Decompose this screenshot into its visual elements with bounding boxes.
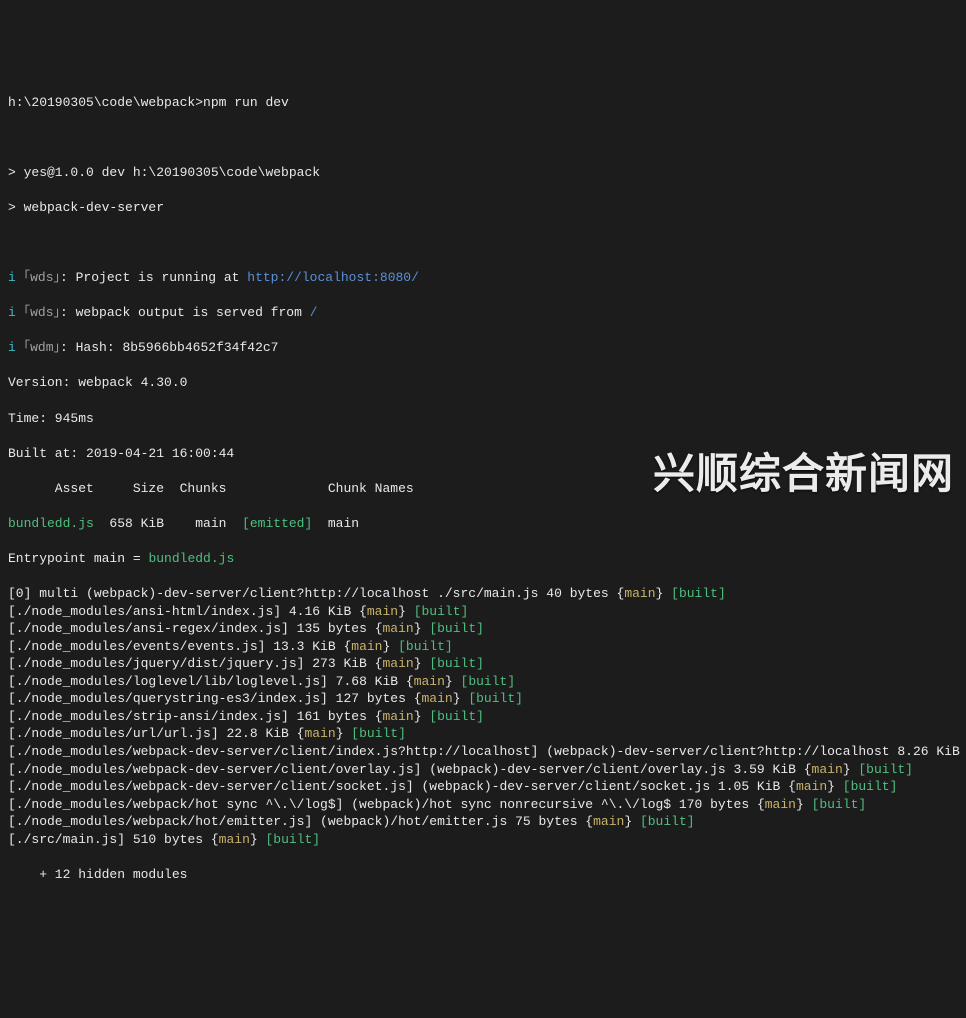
- module-path: [./node_modules/jquery/dist/jquery.js]: [8, 656, 304, 671]
- module-chunk: main: [383, 621, 414, 636]
- module-line: [./node_modules/ansi-html/index.js] 4.16…: [8, 603, 958, 621]
- module-path: [./node_modules/webpack/hot sync ^\.\/lo…: [8, 797, 671, 812]
- module-size: 13.3 KiB: [265, 639, 343, 654]
- module-built-tag: [built]: [414, 604, 469, 619]
- module-path: [./node_modules/webpack-dev-server/clien…: [8, 762, 726, 777]
- module-line: [./node_modules/webpack/hot sync ^\.\/lo…: [8, 796, 958, 814]
- module-line: [./node_modules/url/url.js] 22.8 KiB {ma…: [8, 725, 958, 743]
- module-line: [./node_modules/webpack-dev-server/clien…: [8, 761, 958, 779]
- module-size: 4.16 KiB: [281, 604, 359, 619]
- module-built-tag: [built]: [812, 797, 867, 812]
- module-built-tag: [built]: [461, 674, 516, 689]
- script-line: > yes@1.0.0 dev h:\20190305\code\webpack: [8, 164, 958, 182]
- module-path: [./node_modules/ansi-regex/index.js]: [8, 621, 289, 636]
- module-size: 22.8 KiB: [219, 726, 297, 741]
- module-path: [./node_modules/url/url.js]: [8, 726, 219, 741]
- url-link[interactable]: http://localhost:8080/: [247, 270, 419, 285]
- module-chunk: main: [765, 797, 796, 812]
- wds-info-line: i ｢wds｣: Project is running at http://lo…: [8, 269, 958, 287]
- module-size: 40 bytes: [539, 586, 617, 601]
- module-size: 8.26 KiB: [890, 744, 966, 759]
- module-size: 3.59 KiB: [726, 762, 804, 777]
- module-chunk: main: [422, 691, 453, 706]
- version-line: Version: webpack 4.30.0: [8, 374, 958, 392]
- module-chunk: main: [367, 604, 398, 619]
- terminal-output: h:\20190305\code\webpack>npm run dev > y…: [8, 76, 958, 901]
- entrypoint-line: Entrypoint main = bundledd.js: [8, 550, 958, 568]
- module-built-tag: [built]: [398, 639, 453, 654]
- module-path: [./node_modules/strip-ansi/index.js]: [8, 709, 289, 724]
- module-path: [./node_modules/webpack/hot/emitter.js] …: [8, 814, 507, 829]
- module-size: 127 bytes: [328, 691, 414, 706]
- wdm-info-line: i ｢wdm｣: Hash: 8b5966bb4652f34f42c7: [8, 339, 958, 357]
- prompt-line: h:\20190305\code\webpack>npm run dev: [8, 94, 958, 112]
- module-built-tag: [built]: [858, 762, 913, 777]
- module-line: [./node_modules/strip-ansi/index.js] 161…: [8, 708, 958, 726]
- module-line: [./src/main.js] 510 bytes {main} [built]: [8, 831, 958, 849]
- module-size: 510 bytes: [125, 832, 211, 847]
- built-at-line: Built at: 2019-04-21 16:00:44: [8, 445, 958, 463]
- module-chunk: main: [593, 814, 624, 829]
- time-line: Time: 945ms: [8, 410, 958, 428]
- module-path: [./node_modules/events/events.js]: [8, 639, 265, 654]
- asset-row: bundledd.js 658 KiB main [emitted] main: [8, 515, 958, 533]
- module-path: [./node_modules/loglevel/lib/loglevel.js…: [8, 674, 328, 689]
- module-chunk: main: [351, 639, 382, 654]
- module-chunk: main: [624, 586, 655, 601]
- module-built-tag: [built]: [266, 832, 321, 847]
- command-text[interactable]: npm run dev: [203, 95, 289, 110]
- module-size: 161 bytes: [289, 709, 375, 724]
- module-path: [./node_modules/webpack-dev-server/clien…: [8, 779, 710, 794]
- module-built-tag: [built]: [640, 814, 695, 829]
- module-chunk: main: [382, 656, 413, 671]
- module-path: [./node_modules/ansi-html/index.js]: [8, 604, 281, 619]
- module-chunk: main: [219, 832, 250, 847]
- module-path: [./node_modules/querystring-es3/index.js…: [8, 691, 328, 706]
- module-chunk: main: [304, 726, 335, 741]
- module-line: [./node_modules/events/events.js] 13.3 K…: [8, 638, 958, 656]
- module-built-tag: [built]: [429, 656, 484, 671]
- module-size: 1.05 KiB: [710, 779, 788, 794]
- module-line: [0] multi (webpack)-dev-server/client?ht…: [8, 585, 958, 603]
- module-line: [./node_modules/querystring-es3/index.js…: [8, 690, 958, 708]
- module-chunk: main: [812, 762, 843, 777]
- module-built-tag: [built]: [468, 691, 523, 706]
- module-built-tag: [built]: [429, 709, 484, 724]
- module-built-tag: [built]: [843, 779, 898, 794]
- module-line: [./node_modules/jquery/dist/jquery.js] 2…: [8, 655, 958, 673]
- script-line: > webpack-dev-server: [8, 199, 958, 217]
- module-size: 273 KiB: [304, 656, 374, 671]
- module-size: 7.68 KiB: [328, 674, 406, 689]
- module-line: [./node_modules/loglevel/lib/loglevel.js…: [8, 673, 958, 691]
- asset-header: Asset Size Chunks Chunk Names: [8, 480, 958, 498]
- module-size: 170 bytes: [671, 797, 757, 812]
- wds-info-line: i ｢wds｣: webpack output is served from /: [8, 304, 958, 322]
- module-built-tag: [built]: [671, 586, 726, 601]
- module-line: [./node_modules/webpack-dev-server/clien…: [8, 743, 958, 761]
- module-line: [./node_modules/webpack/hot/emitter.js] …: [8, 813, 958, 831]
- module-path: [./node_modules/webpack-dev-server/clien…: [8, 744, 890, 759]
- module-size: 135 bytes: [289, 621, 375, 636]
- module-path: [./src/main.js]: [8, 832, 125, 847]
- module-built-tag: [built]: [351, 726, 406, 741]
- module-line: [./node_modules/webpack-dev-server/clien…: [8, 778, 958, 796]
- module-size: 75 bytes: [507, 814, 585, 829]
- hidden-modules-line: + 12 hidden modules: [8, 866, 958, 884]
- module-built-tag: [built]: [429, 621, 484, 636]
- module-line: [./node_modules/ansi-regex/index.js] 135…: [8, 620, 958, 638]
- module-chunk: main: [383, 709, 414, 724]
- module-chunk: main: [414, 674, 445, 689]
- module-chunk: main: [796, 779, 827, 794]
- module-path: [0] multi (webpack)-dev-server/client?ht…: [8, 586, 539, 601]
- prompt-path: h:\20190305\code\webpack>: [8, 95, 203, 110]
